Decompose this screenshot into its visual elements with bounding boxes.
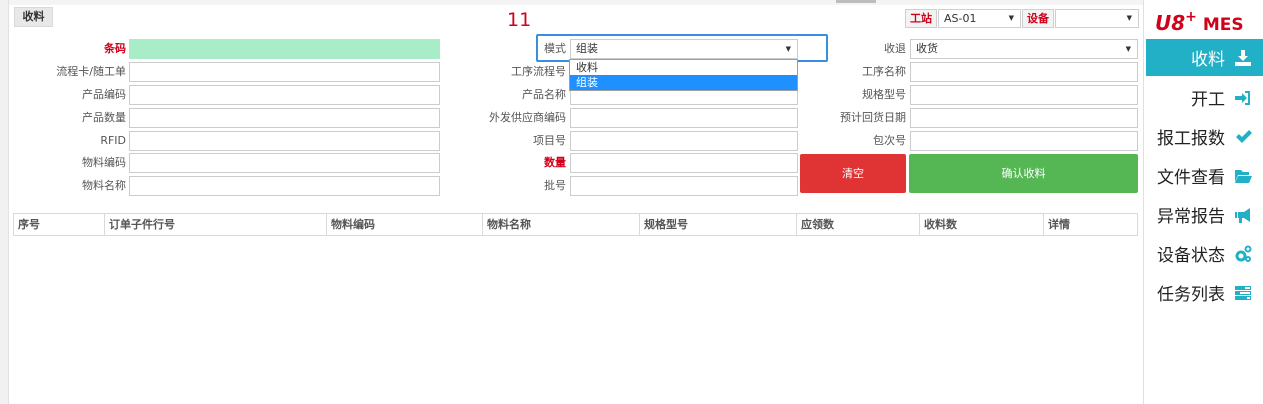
flowcard-input[interactable] — [129, 62, 440, 82]
barcode-label: 条码 — [104, 42, 126, 55]
workstation-select[interactable]: AS-01 ▼ — [938, 9, 1021, 28]
material-code-label: 物料编码 — [82, 156, 126, 169]
sidebar-item-report-work[interactable]: 报工报数 — [1146, 118, 1263, 155]
logo-plus: + — [1185, 9, 1197, 25]
sidebar-item-start-work[interactable]: 开工 — [1146, 79, 1263, 116]
u8-mes-logo: U8+ MES — [1155, 9, 1244, 35]
workstation-label: 工站 — [905, 9, 937, 28]
sidebar-item-label: 报工报数 — [1157, 129, 1225, 149]
chevron-down-icon: ▼ — [1008, 14, 1014, 22]
product-name-label: 产品名称 — [522, 88, 566, 101]
column-header-received-qty[interactable]: 收料数 — [920, 214, 1044, 235]
mode-option-receive[interactable]: 收料 — [570, 60, 797, 75]
table-header: 序号 订单子件行号 物料编码 物料名称 规格型号 应领数 收料数 详情 — [13, 213, 1138, 236]
project-no-input[interactable] — [570, 131, 798, 151]
receive-return-value: 收货 — [916, 42, 938, 55]
page-tab-receive[interactable]: 收料 — [14, 7, 53, 27]
logo-mes: MES — [1202, 15, 1244, 35]
workstation-value: AS-01 — [944, 12, 977, 25]
sidebar-item-device-status[interactable]: 设备状态 — [1146, 235, 1263, 272]
gears-icon — [1233, 244, 1253, 264]
material-name-input[interactable] — [129, 176, 440, 196]
sidebar-item-file-view[interactable]: 文件查看 — [1146, 157, 1263, 194]
annotation-number: 11 — [507, 9, 532, 31]
clear-button[interactable]: 清空 — [800, 154, 906, 193]
tasks-icon — [1233, 283, 1253, 303]
left-edge-bar — [0, 0, 9, 404]
sign-in-icon — [1233, 88, 1253, 108]
project-no-label: 项目号 — [533, 134, 566, 147]
sidebar-item-receive[interactable]: 收料 — [1146, 39, 1263, 76]
sidebar-item-label: 任务列表 — [1157, 285, 1225, 305]
process-name-label: 工序名称 — [862, 65, 906, 78]
sidebar-item-label: 文件查看 — [1157, 168, 1225, 188]
download-icon — [1233, 48, 1253, 68]
check-icon — [1233, 127, 1253, 147]
sidebar-item-task-list[interactable]: 任务列表 — [1146, 274, 1263, 311]
top-scroll-mark — [836, 0, 876, 3]
device-label: 设备 — [1022, 9, 1054, 28]
chevron-down-icon: ▼ — [1126, 14, 1132, 22]
quantity-input[interactable] — [570, 153, 798, 173]
column-header-index[interactable]: 序号 — [14, 214, 105, 235]
confirm-receive-button[interactable]: 确认收料 — [909, 154, 1138, 193]
spec-input[interactable] — [910, 85, 1138, 105]
receive-return-select[interactable]: 收货 ▼ — [910, 39, 1138, 59]
sidebar-item-exception-report[interactable]: 异常报告 — [1146, 196, 1263, 233]
batch-label: 批号 — [544, 179, 566, 192]
product-qty-input[interactable] — [129, 108, 440, 128]
supplier-code-label: 外发供应商编码 — [489, 111, 566, 124]
process-name-input[interactable] — [910, 62, 1138, 82]
flowcard-label: 流程卡/随工单 — [56, 65, 126, 78]
process-flow-label: 工序流程号 — [511, 65, 566, 78]
chevron-down-icon: ▼ — [1125, 45, 1131, 53]
batch-input[interactable] — [570, 176, 798, 196]
column-header-material-code[interactable]: 物料编码 — [327, 214, 483, 235]
mode-dropdown: 收料 组装 — [569, 59, 798, 91]
spec-label: 规格型号 — [862, 88, 906, 101]
expected-return-input[interactable] — [910, 108, 1138, 128]
column-header-order-line[interactable]: 订单子件行号 — [105, 214, 327, 235]
quantity-label: 数量 — [544, 156, 566, 169]
rfid-label: RFID — [100, 134, 126, 147]
supplier-code-input[interactable] — [570, 108, 798, 128]
device-select[interactable]: ▼ — [1055, 9, 1139, 28]
sidebar-item-label: 异常报告 — [1157, 207, 1225, 227]
column-header-required-qty[interactable]: 应领数 — [797, 214, 920, 235]
material-code-input[interactable] — [129, 153, 440, 173]
sidebar-item-label: 设备状态 — [1157, 246, 1225, 266]
barcode-input[interactable] — [129, 39, 440, 59]
product-code-input[interactable] — [129, 85, 440, 105]
sidebar-item-label: 收料 — [1191, 50, 1225, 70]
folder-open-icon — [1233, 166, 1253, 186]
column-header-details[interactable]: 详情 — [1044, 214, 1137, 235]
rfid-input[interactable] — [129, 131, 440, 151]
mode-highlight-frame — [536, 34, 828, 62]
top-strip — [9, 0, 1143, 5]
package-no-input[interactable] — [910, 131, 1138, 151]
column-header-material-name[interactable]: 物料名称 — [483, 214, 640, 235]
receive-return-label: 收退 — [884, 42, 906, 55]
product-code-label: 产品编码 — [82, 88, 126, 101]
sidebar-item-label: 开工 — [1191, 90, 1225, 110]
bullhorn-icon — [1233, 205, 1253, 225]
product-qty-label: 产品数量 — [82, 111, 126, 124]
logo-u8: U8 — [1155, 11, 1186, 35]
mode-option-assemble[interactable]: 组装 — [570, 75, 797, 90]
column-header-spec[interactable]: 规格型号 — [640, 214, 797, 235]
material-name-label: 物料名称 — [82, 179, 126, 192]
package-no-label: 包次号 — [873, 134, 906, 147]
expected-return-label: 预计回货日期 — [840, 111, 906, 124]
